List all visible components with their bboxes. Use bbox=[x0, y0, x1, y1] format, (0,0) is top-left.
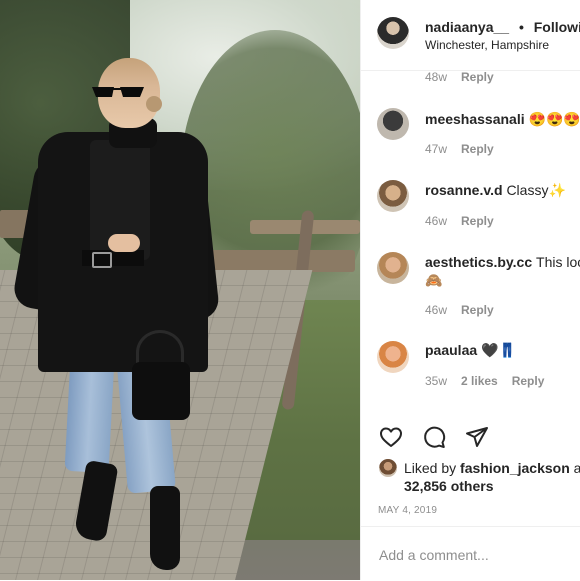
comment-text: 😍😍😍 bbox=[528, 111, 580, 127]
post-actions bbox=[361, 420, 580, 460]
liked-by-line: Liked by fashion_jackson an bbox=[404, 460, 580, 476]
separator-dot: • bbox=[518, 19, 524, 35]
comment-icon[interactable] bbox=[421, 424, 447, 450]
photo-hand bbox=[108, 234, 140, 252]
author-line: nadiaanya__ • Following bbox=[425, 19, 580, 35]
post-location[interactable]: Winchester, Hampshire bbox=[425, 38, 549, 52]
photo-hair-bun bbox=[146, 96, 162, 112]
comment-time: 47w bbox=[425, 142, 448, 156]
liked-by-prefix: Liked by bbox=[404, 460, 457, 476]
comment-likes[interactable]: 2 likes bbox=[461, 374, 498, 388]
comment-meta: 46w Reply bbox=[425, 214, 494, 228]
comment-meta: 48w Reply bbox=[425, 70, 494, 84]
commenter-avatar[interactable] bbox=[377, 341, 409, 373]
author-avatar[interactable] bbox=[377, 17, 409, 49]
post-header: nadiaanya__ • Following Winchester, Hamp… bbox=[361, 0, 580, 71]
comment: paaulaa 🖤👖 bbox=[425, 342, 516, 359]
author-username[interactable]: nadiaanya__ bbox=[425, 19, 509, 35]
comment-meta: 35w 2 likes Reply bbox=[425, 374, 544, 388]
comment-text-continued: 🙈 bbox=[425, 272, 442, 289]
reply-button[interactable]: Reply bbox=[512, 374, 545, 388]
comment-time: 46w bbox=[425, 214, 448, 228]
comment: meeshassanali 😍😍😍 bbox=[425, 111, 580, 128]
photo-belt-buckle bbox=[92, 252, 112, 268]
liked-by-others[interactable]: 32,856 others bbox=[404, 478, 494, 494]
comment-text: This loo bbox=[536, 254, 580, 270]
add-comment-input[interactable]: Add a comment... bbox=[379, 547, 489, 563]
commenter-avatar[interactable] bbox=[377, 252, 409, 284]
reply-button[interactable]: Reply bbox=[461, 142, 494, 156]
comment-text: Classy✨ bbox=[506, 182, 566, 198]
commenter-avatar[interactable] bbox=[377, 180, 409, 212]
comment-time: 46w bbox=[425, 303, 448, 317]
photo-bag bbox=[132, 362, 190, 420]
following-button[interactable]: Following bbox=[534, 19, 580, 35]
commenter-username[interactable]: paaulaa bbox=[425, 342, 477, 358]
commenter-username[interactable]: meeshassanali bbox=[425, 111, 525, 127]
commenter-avatar[interactable] bbox=[377, 108, 409, 140]
liker-avatar[interactable] bbox=[379, 459, 397, 477]
comment-meta: 46w Reply bbox=[425, 303, 494, 317]
add-comment-bar[interactable]: Add a comment... bbox=[361, 526, 580, 581]
photo-bench bbox=[205, 250, 355, 272]
share-icon[interactable] bbox=[464, 424, 490, 450]
post-photo[interactable] bbox=[0, 0, 360, 580]
post-sidebar: nadiaanya__ • Following Winchester, Hamp… bbox=[360, 0, 580, 580]
heart-icon[interactable] bbox=[378, 424, 404, 450]
commenter-username[interactable]: rosanne.v.d bbox=[425, 182, 503, 198]
reply-button[interactable]: Reply bbox=[461, 303, 494, 317]
comment-time: 35w bbox=[425, 374, 448, 388]
comment-text: 🙈 bbox=[425, 272, 443, 288]
post-date[interactable]: MAY 4, 2019 bbox=[378, 505, 437, 516]
comment: aesthetics.by.cc This loo bbox=[425, 254, 580, 270]
comment: rosanne.v.d Classy✨ bbox=[425, 182, 566, 199]
reply-button[interactable]: Reply bbox=[461, 70, 494, 84]
commenter-username[interactable]: aesthetics.by.cc bbox=[425, 254, 532, 270]
comment-text: 🖤👖 bbox=[481, 342, 516, 358]
comment-time: 48w bbox=[425, 70, 448, 84]
liker-username[interactable]: fashion_jackson bbox=[460, 460, 570, 476]
likes-summary: Liked by fashion_jackson an 32,856 other… bbox=[361, 456, 580, 502]
photo-boot-right bbox=[150, 486, 180, 570]
photo-sunglasses bbox=[92, 87, 144, 97]
comments-list[interactable]: 48w Reply meeshassanali 😍😍😍 47w Reply rosa… bbox=[361, 70, 580, 420]
reply-button[interactable]: Reply bbox=[461, 214, 494, 228]
comment-meta: 47w Reply bbox=[425, 142, 494, 156]
liked-by-suffix: an bbox=[573, 460, 580, 476]
